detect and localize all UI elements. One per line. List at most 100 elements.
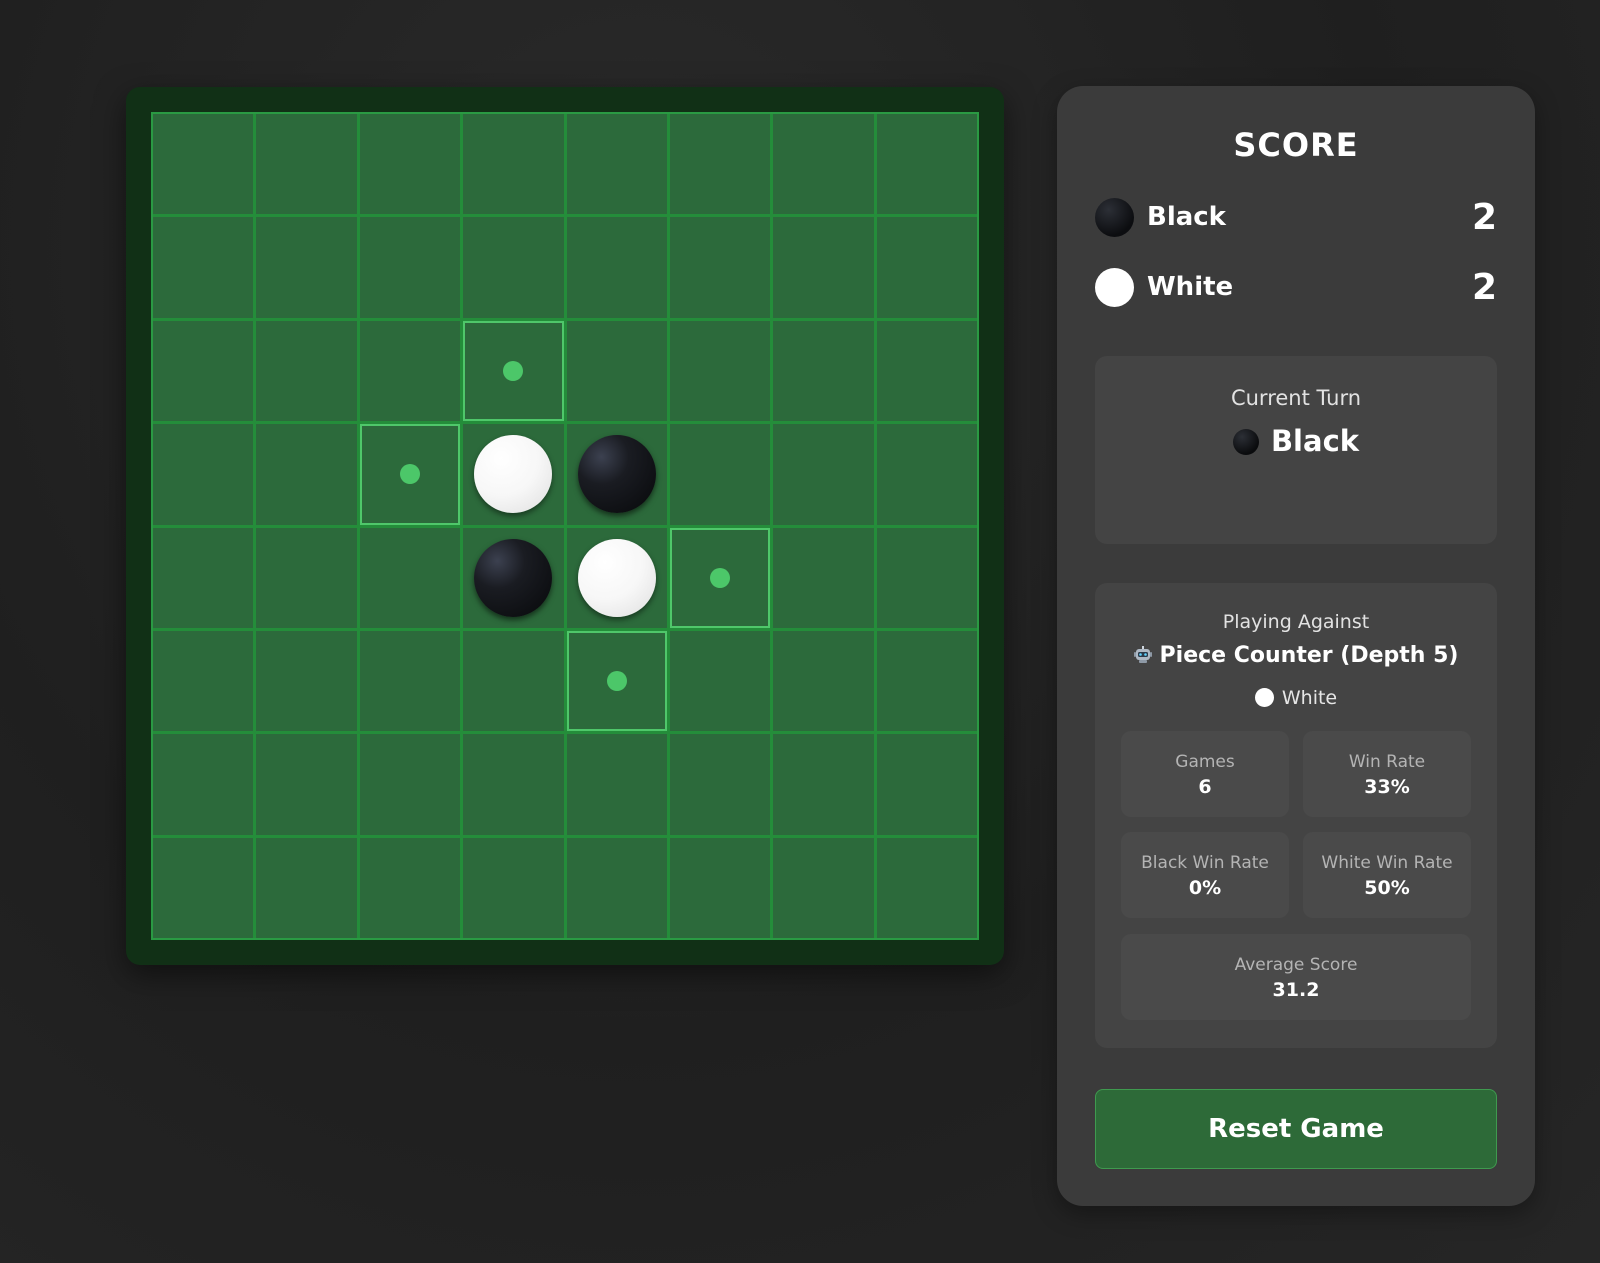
board-cell-d8[interactable] [463,837,564,938]
board-cell-a5[interactable] [153,527,254,628]
board-cell-f3[interactable] [669,320,771,422]
board-cell-a1[interactable] [153,114,254,215]
white-disc-icon [1254,688,1274,707]
board-cell-g3[interactable] [773,320,874,422]
board-cell-d4 [463,424,564,525]
board-cell-d3[interactable] [463,320,564,422]
board-cell-e6[interactable] [566,630,667,732]
board-cell-c7[interactable] [359,734,461,835]
black-disc-icon [1095,198,1134,237]
board-cell-c6[interactable] [359,630,461,732]
board-cell-h3[interactable] [876,320,977,422]
board-cell-h2[interactable] [876,217,977,318]
board-cell-b2[interactable] [256,217,357,318]
score-title: SCORE [1233,126,1359,164]
stat-win-rate-value: 33% [1364,776,1410,798]
board-cell-c3[interactable] [359,320,461,422]
board-cell-f8[interactable] [669,837,771,938]
board-cell-b5[interactable] [256,527,357,628]
stat-black-win-rate-label: Black Win Rate [1141,853,1269,873]
board-cell-g8[interactable] [773,837,874,938]
board-cell-c8[interactable] [359,837,461,938]
board-cell-f5[interactable] [669,527,771,628]
valid-move-hint-icon [399,464,420,485]
valid-move-hint-icon [503,360,524,381]
white-score-label: White [1147,272,1234,302]
opponent-color-label: White [1281,687,1338,709]
board-cell-f4[interactable] [669,424,771,525]
board-cell-a7[interactable] [153,734,254,835]
white-disc [474,435,553,514]
board-cell-a6[interactable] [153,630,254,732]
board-cell-h1[interactable] [876,114,977,215]
opponent-box: Playing Against Piece Counter (Depth 5) … [1095,583,1497,1048]
board-cell-g6[interactable] [773,630,874,732]
board-cell-h5[interactable] [876,527,977,628]
stat-average-score-value: 31.2 [1272,979,1320,1001]
stat-games-label: Games [1175,752,1235,772]
board-cell-d1[interactable] [463,114,564,215]
board-cell-d5 [463,527,564,628]
stat-white-win-rate-label: White Win Rate [1321,853,1453,873]
board-cell-e2[interactable] [566,217,667,318]
valid-move-hint-icon [606,671,627,692]
board-cell-e7[interactable] [566,734,667,835]
board-cell-b7[interactable] [256,734,357,835]
robot-icon [1133,645,1152,663]
board-cell-g7[interactable] [773,734,874,835]
white-disc [577,538,656,617]
score-panel: SCORE Black 2 White 2 Current Turn Black… [1057,86,1535,1206]
board-cell-g4[interactable] [773,424,874,525]
board-cell-b6[interactable] [256,630,357,732]
board-cell-a2[interactable] [153,217,254,318]
stat-black-win-rate: Black Win Rate 0% [1121,832,1289,918]
opponent-name-text: Piece Counter (Depth 5) [1159,643,1459,668]
board-cell-c4[interactable] [359,424,461,525]
board-cell-c5[interactable] [359,527,461,628]
board-cell-b1[interactable] [256,114,357,215]
opponent-name: Piece Counter (Depth 5) [1095,643,1497,668]
board-cell-d2[interactable] [463,217,564,318]
board-cell-h7[interactable] [876,734,977,835]
board-cell-g2[interactable] [773,217,874,318]
board-cell-e1[interactable] [566,114,667,215]
board-cell-f6[interactable] [669,630,771,732]
black-score-row: Black 2 [1095,197,1497,239]
board-cell-h8[interactable] [876,837,977,938]
board-cell-d6[interactable] [463,630,564,732]
board-cell-h4[interactable] [876,424,977,525]
white-disc-icon [1095,268,1134,307]
current-turn-player-name: Black [1270,424,1360,458]
board-cell-c2[interactable] [359,217,461,318]
board-cell-b4[interactable] [256,424,357,525]
game-board [151,112,979,940]
board-cell-f7[interactable] [669,734,771,835]
board-cell-d7[interactable] [463,734,564,835]
current-turn-box: Current Turn Black [1095,356,1497,544]
black-score-label: Black [1147,202,1226,232]
board-cell-b3[interactable] [256,320,357,422]
board-cell-e3[interactable] [566,320,667,422]
stat-white-win-rate-value: 50% [1364,877,1410,899]
stat-win-rate-label: Win Rate [1348,752,1426,772]
current-turn-label: Current Turn [1230,386,1362,410]
board-cell-g1[interactable] [773,114,874,215]
board-cell-a4[interactable] [153,424,254,525]
board-cell-a8[interactable] [153,837,254,938]
black-disc [577,435,656,514]
board-cell-b8[interactable] [256,837,357,938]
black-score-value: 2 [1471,197,1497,238]
board-cell-e8[interactable] [566,837,667,938]
opponent-color: White [1095,687,1497,709]
current-turn-player: Black [1095,424,1497,458]
board-cell-g5[interactable] [773,527,874,628]
board-cell-c1[interactable] [359,114,461,215]
board-cell-a3[interactable] [153,320,254,422]
board-cell-f1[interactable] [669,114,771,215]
reset-game-button[interactable]: Reset Game [1095,1089,1497,1169]
stat-games: Games 6 [1121,731,1289,817]
board-cell-f2[interactable] [669,217,771,318]
stat-black-win-rate-value: 0% [1188,877,1222,899]
board-frame [126,87,1004,965]
board-cell-h6[interactable] [876,630,977,732]
